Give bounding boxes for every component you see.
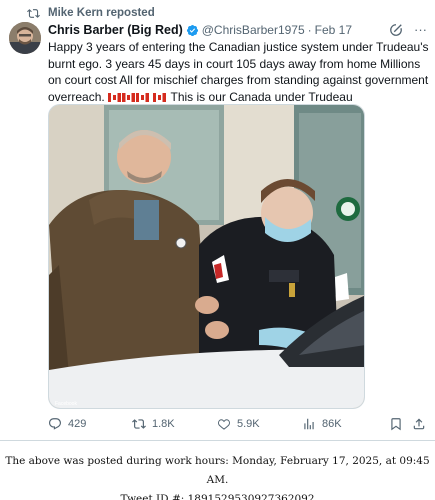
repost-indicator[interactable]: Mike Kern reposted	[27, 6, 155, 20]
reply-icon	[49, 418, 61, 430]
views-button[interactable]: 86K	[302, 416, 342, 432]
caption-tweet-id: Tweet ID #: 1891529530927362092	[120, 493, 315, 500]
tweet-card[interactable]: Mike Kern reposted Chris Barber (Big Red…	[0, 0, 435, 441]
repost-icon	[132, 419, 146, 429]
grok-icon[interactable]	[389, 23, 403, 37]
author-handle[interactable]: @ChrisBarber1975	[202, 23, 305, 37]
reply-button[interactable]: 429	[48, 416, 86, 432]
like-button[interactable]: 5.9K	[217, 416, 260, 432]
share-icon	[413, 418, 425, 430]
header-separator: ·	[307, 23, 312, 37]
tweet-date[interactable]: Feb 17	[315, 23, 352, 37]
tweet-text: Happy 3 years of entering the Canadian j…	[48, 39, 431, 105]
share-button[interactable]	[412, 416, 426, 432]
canada-flag-icon	[136, 92, 150, 102]
more-options-icon[interactable]: ···	[414, 23, 428, 36]
bookmark-icon	[391, 418, 401, 431]
views-count: 86K	[322, 418, 342, 430]
repost-count: 1.8K	[152, 418, 175, 430]
action-bar: 429 1.8K 5.9K 86K	[48, 416, 428, 432]
avatar-image	[9, 22, 41, 54]
repost-label: Mike Kern reposted	[48, 7, 155, 19]
author-name[interactable]: Chris Barber (Big Red)	[48, 23, 183, 37]
video-watermark: Facebook	[55, 401, 77, 407]
tweet-header: Chris Barber (Big Red) @ChrisBarber1975 …	[48, 22, 378, 38]
reply-count: 429	[68, 418, 87, 430]
caption-posted-time: The above was posted during work hours: …	[5, 455, 430, 486]
canada-flag-icon	[122, 92, 136, 102]
canada-flag-icon	[108, 92, 122, 102]
like-count: 5.9K	[237, 418, 260, 430]
tweet-text-closing: This is our Canada under Trudeau	[170, 89, 353, 104]
heart-icon	[218, 419, 230, 430]
caption-block: The above was posted during work hours: …	[0, 452, 435, 500]
repost-icon	[27, 8, 40, 18]
canada-flag-icon	[153, 92, 167, 102]
views-chart-icon	[304, 418, 314, 430]
tweet-video[interactable]: Facebook	[48, 104, 365, 409]
video-frame: Facebook	[49, 105, 364, 408]
repost-button[interactable]: 1.8K	[132, 416, 175, 432]
verified-badge-icon	[186, 24, 198, 36]
avatar[interactable]	[9, 22, 41, 54]
bookmark-button[interactable]	[389, 416, 403, 432]
